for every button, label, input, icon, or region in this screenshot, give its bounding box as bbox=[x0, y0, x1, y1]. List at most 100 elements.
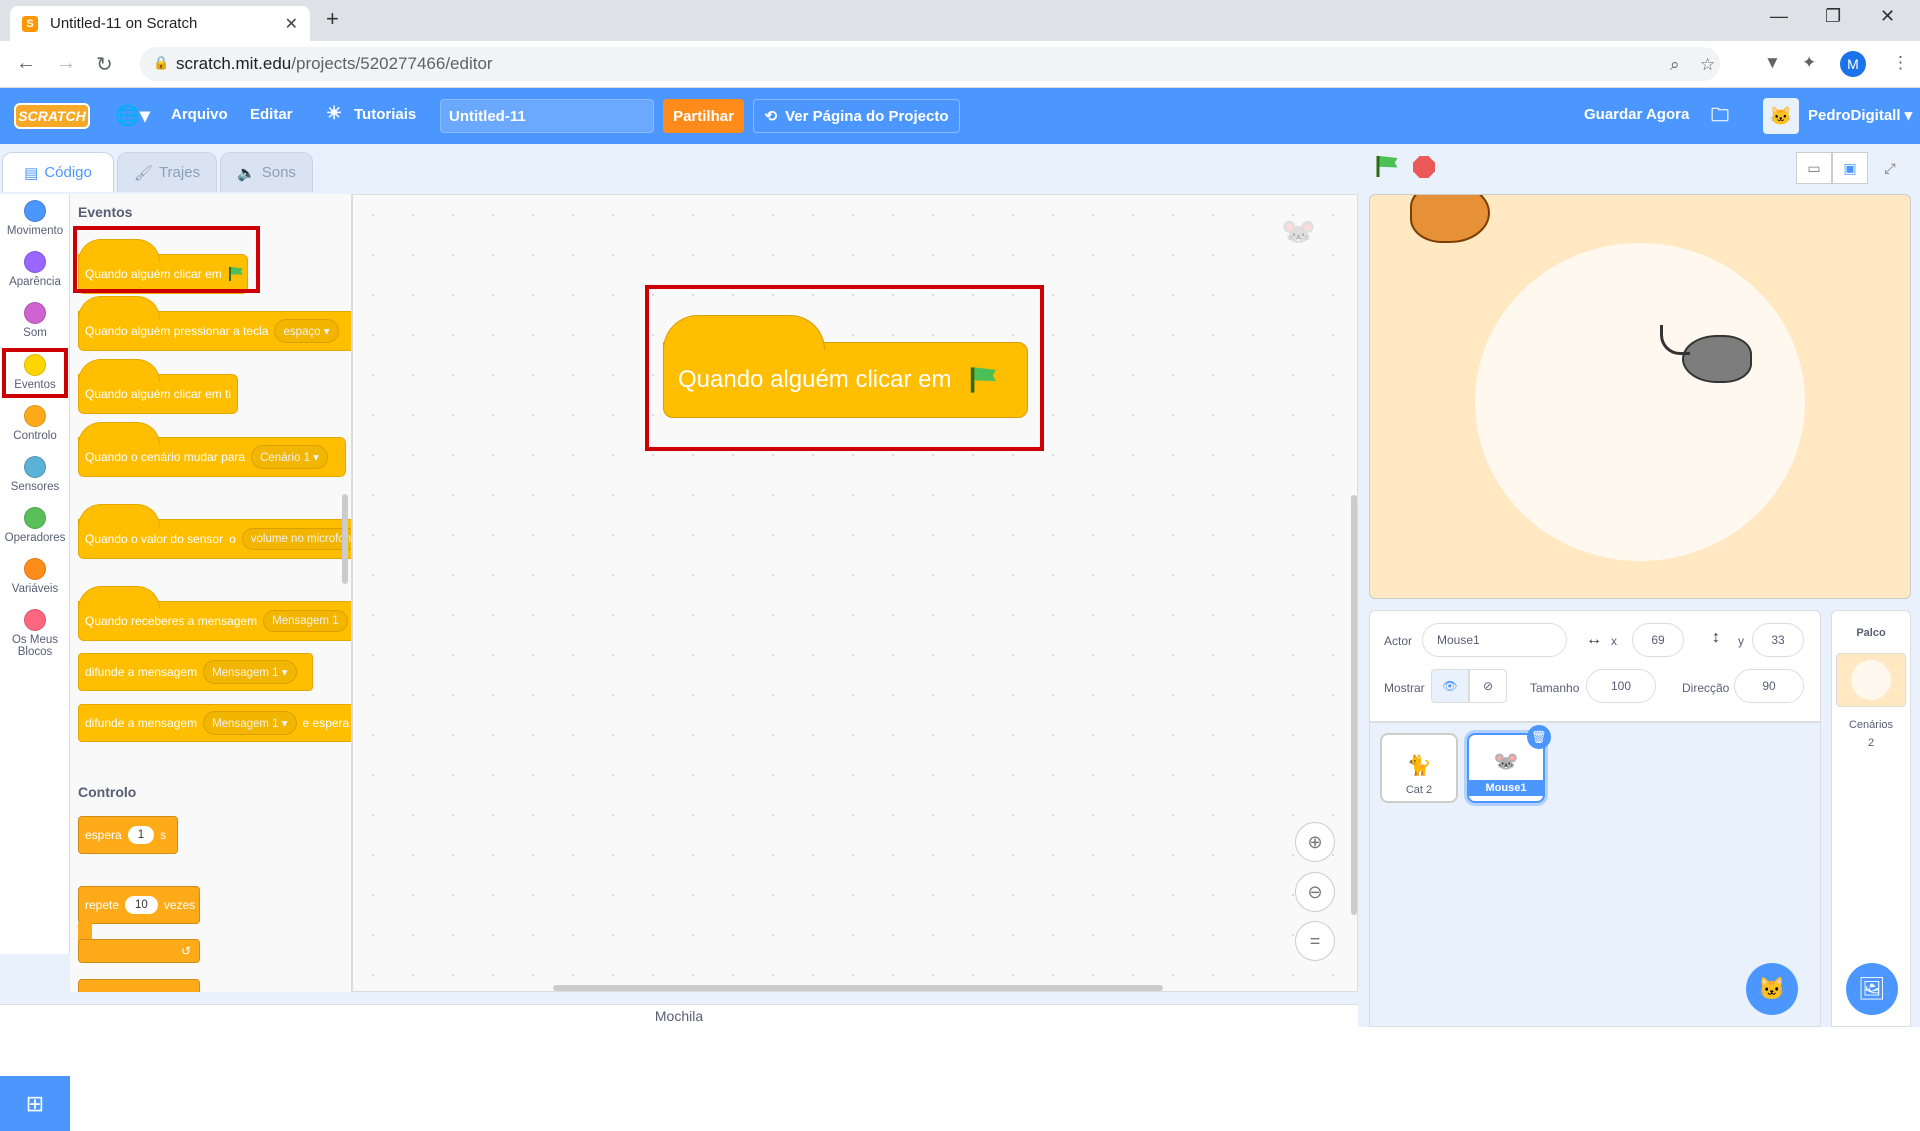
tab-code[interactable]: ▤ Código bbox=[2, 152, 114, 192]
restore-icon[interactable]: ❐ bbox=[1825, 6, 1841, 27]
block-broadcast-and-wait[interactable]: difunde a mensagem Mensagem 1 ▾ e espera bbox=[78, 704, 351, 742]
add-backdrop-button[interactable]: 🖼 bbox=[1846, 963, 1898, 1015]
add-extension-button[interactable]: ⊞ bbox=[0, 1076, 70, 1131]
loop-arrow-icon: ↺ bbox=[180, 944, 191, 958]
broadcast-wait-dropdown[interactable]: Mensagem 1 ▾ bbox=[203, 711, 297, 735]
workspace-h-scrollbar[interactable] bbox=[553, 985, 1163, 991]
repeat-count-input[interactable]: 10 bbox=[125, 896, 158, 914]
minimize-icon[interactable]: — bbox=[1770, 6, 1788, 27]
category-variables[interactable]: Variáveis bbox=[0, 558, 70, 595]
zoom-out-icon[interactable]: ⊖ bbox=[1295, 872, 1335, 912]
browser-tab[interactable]: S Untitled-11 on Scratch ✕ bbox=[10, 6, 310, 41]
direction-input[interactable]: 90 bbox=[1734, 669, 1804, 703]
category-operators[interactable]: Operadores bbox=[0, 507, 70, 544]
stage-target-panel[interactable]: Palco Cenários 2 🖼 bbox=[1831, 610, 1911, 1027]
scratch-logo[interactable]: SCRATCH bbox=[14, 103, 90, 129]
block-wait[interactable]: espera 1 s bbox=[78, 816, 178, 854]
puzzle-icon[interactable]: ✦ bbox=[1802, 53, 1816, 73]
sprite-thumb-cat[interactable]: 🐈 Cat 2 bbox=[1380, 733, 1458, 803]
category-motion[interactable]: Movimento bbox=[0, 200, 70, 237]
mouse-sprite[interactable] bbox=[1682, 335, 1752, 383]
block-when-sensor-greater[interactable]: Quando o valor do sensor o volume no micro… bbox=[78, 504, 351, 559]
my-stuff-folder-icon[interactable]: 🗀 bbox=[1711, 103, 1729, 133]
forward-icon[interactable]: → bbox=[56, 52, 76, 75]
size-input[interactable]: 100 bbox=[1586, 669, 1656, 703]
reload-icon[interactable]: ↻ bbox=[96, 52, 113, 77]
window-close-icon[interactable]: ✕ bbox=[1880, 6, 1895, 27]
fullscreen-icon[interactable]: ⤢ bbox=[1872, 152, 1908, 184]
new-tab-icon[interactable]: + bbox=[326, 6, 339, 32]
url-path: /projects/520277466/editor bbox=[291, 54, 493, 73]
category-menu: Movimento Aparência Som Eventos Controlo… bbox=[0, 194, 70, 954]
key-value: espaço bbox=[283, 326, 321, 338]
x-input[interactable]: 69 bbox=[1632, 623, 1684, 657]
user-avatar[interactable]: 🐱 bbox=[1763, 98, 1799, 134]
sensor-dropdown[interactable]: volume no microfone bbox=[241, 528, 351, 550]
extension-add-icon: ⊞ bbox=[25, 1090, 45, 1116]
language-globe-icon[interactable]: 🌐▾ bbox=[115, 103, 150, 128]
broadcast-dropdown[interactable]: Mensagem 1 ▾ bbox=[203, 660, 297, 684]
block-when-sprite-clicked[interactable]: Quando alguém clicar em ti bbox=[78, 359, 238, 414]
mouse-thumb-icon: 🐭 bbox=[1493, 751, 1519, 773]
category-sensing[interactable]: Sensores bbox=[0, 456, 70, 493]
profile-avatar[interactable]: M bbox=[1840, 51, 1866, 77]
looks-dot-icon bbox=[24, 251, 46, 273]
green-flag-icon[interactable] bbox=[1375, 156, 1399, 180]
extension-icon[interactable]: ▼ bbox=[1764, 53, 1781, 73]
cat-sprite[interactable] bbox=[1410, 195, 1490, 243]
wait-seconds-input[interactable]: 1 bbox=[127, 826, 155, 844]
menu-file[interactable]: Arquivo bbox=[171, 106, 228, 123]
scratch-menu-bar: SCRATCH 🌐▾ Arquivo Editar ☀ Tutoriais Un… bbox=[0, 88, 1920, 144]
workspace-v-scrollbar[interactable] bbox=[1351, 495, 1357, 915]
hide-eye-icon[interactable]: ⊘ bbox=[1469, 669, 1507, 703]
block-when-key-pressed[interactable]: Quando alguém pressionar a tecla espaço ▾ bbox=[78, 296, 351, 351]
block-repeat[interactable]: repete 10 vezes bbox=[78, 886, 200, 924]
code-tab-icon: ▤ bbox=[24, 164, 39, 182]
category-control[interactable]: Controlo bbox=[0, 405, 70, 442]
message-dropdown[interactable]: Mensagem 1 bbox=[263, 610, 348, 632]
stage-canvas[interactable] bbox=[1369, 194, 1911, 599]
menu-tutorials[interactable]: Tutoriais bbox=[354, 106, 416, 123]
browser-menu-icon[interactable]: ⋮ bbox=[1892, 53, 1909, 73]
y-input[interactable]: 33 bbox=[1752, 623, 1804, 657]
zoom-reset-icon[interactable]: = bbox=[1295, 921, 1335, 961]
category-my-blocks[interactable]: Os Meus Blocos bbox=[0, 609, 70, 658]
add-sprite-button[interactable]: 🐱 bbox=[1746, 963, 1798, 1015]
palette-scrollbar[interactable] bbox=[342, 494, 348, 584]
back-icon[interactable]: ← bbox=[16, 52, 36, 75]
small-stage-icon[interactable]: ▭ bbox=[1796, 152, 1832, 184]
share-button[interactable]: Partilhar bbox=[663, 99, 744, 133]
close-tab-icon[interactable]: ✕ bbox=[285, 14, 298, 34]
menu-edit[interactable]: Editar bbox=[250, 106, 293, 123]
block-when-receive-message[interactable]: Quando receberes a mensagem Mensagem 1 bbox=[78, 586, 351, 641]
block-broadcast[interactable]: difunde a mensagem Mensagem 1 ▾ bbox=[78, 653, 313, 691]
url-input[interactable]: 🔒 scratch.mit.edu/projects/520277466/edi… bbox=[140, 47, 1720, 81]
operators-dot-icon bbox=[24, 507, 46, 529]
backdrop-dropdown[interactable]: Cenário 1 ▾ bbox=[251, 445, 328, 469]
sensing-dot-icon bbox=[24, 456, 46, 478]
block-when-backdrop-switches[interactable]: Quando o cenário mudar para Cenário 1 ▾ bbox=[78, 422, 346, 477]
zoom-icon[interactable]: ⌕ bbox=[1670, 55, 1680, 75]
bookmark-star-icon[interactable]: ☆ bbox=[1700, 55, 1715, 75]
zoom-in-icon[interactable]: ⊕ bbox=[1295, 822, 1335, 862]
key-dropdown[interactable]: espaço ▾ bbox=[274, 319, 339, 343]
category-looks[interactable]: Aparência bbox=[0, 251, 70, 288]
sprite-name-input[interactable]: Mouse1 bbox=[1422, 623, 1567, 657]
see-project-page-button[interactable]: ⟲ Ver Página do Projecto bbox=[753, 99, 960, 133]
tab-sounds[interactable]: 🔈 Sons bbox=[220, 152, 313, 192]
stage-thumbnail[interactable] bbox=[1836, 653, 1906, 707]
tab-costumes[interactable]: 🖌 Trajes bbox=[117, 152, 217, 192]
events-section-title: Eventos bbox=[78, 204, 133, 220]
stop-icon[interactable] bbox=[1413, 156, 1435, 178]
delete-sprite-icon[interactable]: 🗑 bbox=[1527, 725, 1551, 749]
normal-stage-icon[interactable]: ▣ bbox=[1832, 152, 1868, 184]
backpack-bar[interactable]: Mochila bbox=[0, 1004, 1358, 1027]
category-label: Som bbox=[23, 327, 47, 339]
project-title-input[interactable]: Untitled-11 bbox=[440, 99, 654, 133]
block-next-partial[interactable] bbox=[78, 979, 200, 992]
category-sound[interactable]: Som bbox=[0, 302, 70, 339]
show-eye-icon[interactable]: 👁 bbox=[1431, 669, 1469, 703]
username-menu[interactable]: PedroDigitall ▾ bbox=[1808, 106, 1912, 124]
save-now-button[interactable]: Guardar Agora bbox=[1584, 106, 1689, 123]
cat-add-icon: 🐱 bbox=[1758, 976, 1786, 1001]
